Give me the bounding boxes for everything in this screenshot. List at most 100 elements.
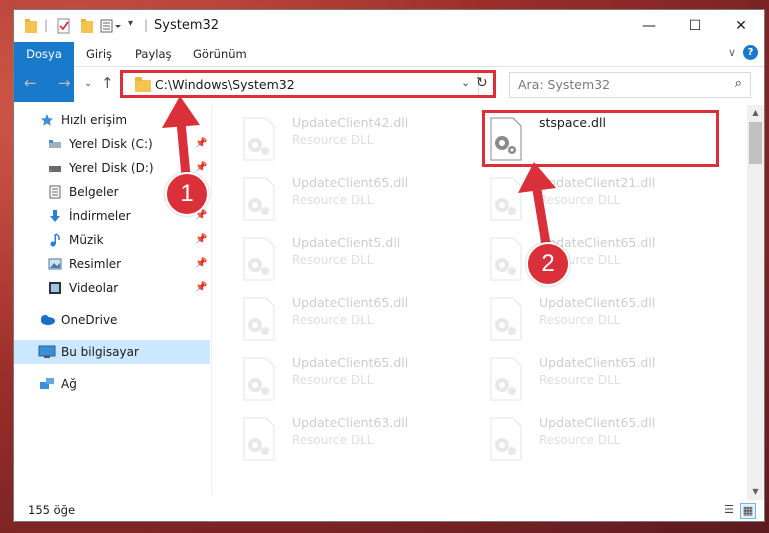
drive-icon — [49, 166, 61, 172]
pictures-icon — [48, 258, 62, 270]
dll-file-icon — [243, 357, 275, 401]
new-folder-icon[interactable] — [80, 18, 94, 37]
callout-1: 1 — [165, 172, 209, 216]
sidebar-item-videos[interactable]: Videolar 📌 — [14, 276, 210, 300]
dll-file-icon — [490, 237, 522, 281]
dll-file-icon — [243, 237, 275, 281]
pin-icon[interactable]: 📌 — [195, 276, 207, 300]
file-item[interactable]: UpdateClient21.dll Resource DLL — [467, 169, 697, 229]
explorer-window: | ▾ | System32 — ☐ ✕ Dosya Giriş Paylaş … — [13, 9, 765, 522]
item-count: 155 öğe — [28, 503, 76, 517]
sidebar-item-label: Hızlı erişim — [61, 113, 128, 127]
file-name: UpdateClient5.dll — [292, 235, 401, 250]
search-box[interactable]: Ara: System32 ⌕ — [509, 72, 751, 98]
minimize-button[interactable]: — — [626, 10, 672, 42]
pin-icon[interactable]: 📌 — [195, 252, 207, 276]
network-icon — [40, 378, 54, 389]
folder-icon — [24, 18, 38, 37]
scroll-down-icon[interactable]: ▼ — [747, 484, 764, 500]
file-name: UpdateClient65.dll — [539, 355, 656, 370]
title-bar: | ▾ | System32 — ☐ ✕ — [14, 10, 764, 42]
tab-view[interactable]: Görünüm — [181, 42, 259, 66]
dll-file-icon — [243, 117, 275, 161]
large-icons-view-icon[interactable]: ▦ — [740, 503, 756, 519]
scroll-up-icon[interactable]: ▲ — [747, 105, 764, 121]
vertical-scrollbar[interactable]: ▲ ▼ — [747, 105, 764, 500]
download-icon — [50, 210, 60, 222]
file-highlight-box — [482, 110, 719, 167]
dll-file-icon — [243, 297, 275, 341]
help-icon[interactable]: ? — [743, 45, 758, 60]
star-icon — [41, 114, 53, 126]
file-type: Resource DLL — [292, 373, 374, 387]
window-title: System32 — [154, 18, 220, 33]
sidebar-item-music[interactable]: Müzik 📌 — [14, 228, 210, 252]
file-type: Resource DLL — [539, 373, 621, 387]
sidebar-item-quick-access[interactable]: Hızlı erişim — [14, 108, 210, 132]
file-item[interactable]: UpdateClient65.dll Resource DLL — [220, 289, 450, 349]
forward-icon[interactable]: → — [58, 74, 71, 92]
dll-file-icon — [490, 357, 522, 401]
file-name: UpdateClient65.dll — [539, 295, 656, 310]
sidebar-item-label: OneDrive — [61, 313, 118, 327]
separator-icon: | — [44, 18, 49, 32]
file-item[interactable]: UpdateClient42.dll Resource DLL — [220, 109, 450, 169]
ribbon-tabs: Dosya Giriş Paylaş Görünüm ∨ ? — [14, 42, 764, 102]
dll-file-icon — [490, 417, 522, 461]
sidebar-item-label: Müzik — [69, 233, 104, 247]
maximize-button[interactable]: ☐ — [672, 10, 718, 42]
file-item[interactable]: UpdateClient65.dll Resource DLL — [467, 289, 697, 349]
expand-ribbon-icon[interactable]: ∨ — [728, 46, 736, 59]
video-icon — [49, 282, 61, 294]
file-type: Resource DLL — [292, 313, 374, 327]
refresh-icon[interactable]: ↻ — [476, 75, 488, 91]
file-type: Resource DLL — [292, 133, 374, 147]
sidebar-item-onedrive[interactable]: OneDrive — [14, 308, 210, 332]
scroll-thumb[interactable] — [749, 122, 762, 164]
dll-file-icon — [490, 177, 522, 221]
navigation-bar: ← → ⌄ ↑ C:\Windows\System32 ⌄ ↻ Ara: Sys… — [14, 70, 764, 100]
sidebar-item-label: Yerel Disk (D:) — [69, 161, 154, 175]
sidebar-item-label: Ağ — [61, 377, 77, 391]
file-item[interactable]: UpdateClient65.dll Resource DLL — [467, 409, 697, 469]
dll-file-icon — [243, 417, 275, 461]
file-item[interactable]: UpdateClient5.dll Resource DLL — [220, 229, 450, 289]
tab-share[interactable]: Paylaş — [123, 42, 184, 66]
tab-home[interactable]: Giriş — [74, 42, 124, 66]
quick-access-dropdown-icon[interactable]: ▾ — [128, 18, 133, 29]
file-name: UpdateClient42.dll — [292, 115, 409, 130]
file-name: UpdateClient65.dll — [539, 415, 656, 430]
dll-file-icon — [243, 177, 275, 221]
pin-icon[interactable]: 📌 — [195, 132, 207, 156]
recent-locations-icon[interactable]: ⌄ — [84, 78, 92, 89]
file-type: Resource DLL — [292, 193, 374, 207]
close-button[interactable]: ✕ — [718, 10, 764, 42]
sidebar-item-drive-c[interactable]: Yerel Disk (C:) 📌 — [14, 132, 210, 156]
cloud-icon — [41, 315, 55, 325]
file-name: UpdateClient65.dll — [292, 355, 409, 370]
file-item[interactable]: UpdateClient65.dll Resource DLL — [220, 169, 450, 229]
separator-icon: | — [144, 18, 149, 32]
callout-2: 2 — [526, 242, 570, 286]
up-icon[interactable]: ↑ — [101, 74, 114, 92]
navigation-pane: Hızlı erişim Yerel Disk (C:) 📌 Yerel Dis… — [14, 105, 210, 500]
file-name: UpdateClient63.dll — [292, 415, 409, 430]
file-list: UpdateClient42.dll Resource DLL UpdateCl… — [212, 105, 747, 495]
search-icon[interactable]: ⌕ — [735, 76, 742, 91]
file-item[interactable]: UpdateClient65.dll Resource DLL — [467, 229, 697, 289]
file-item[interactable]: UpdateClient65.dll Resource DLL — [467, 349, 697, 409]
details-view-icon[interactable]: ☰ — [722, 503, 736, 517]
file-type: Resource DLL — [292, 253, 374, 267]
customize-icon[interactable] — [100, 18, 124, 37]
sidebar-item-label: Videolar — [69, 281, 119, 295]
sidebar-item-label: Yerel Disk (C:) — [69, 137, 153, 151]
pin-icon[interactable]: 📌 — [195, 228, 207, 252]
sidebar-item-network[interactable]: Ağ — [14, 372, 210, 396]
sidebar-item-label: Bu bilgisayar — [61, 345, 139, 359]
back-icon[interactable]: ← — [24, 74, 37, 92]
properties-icon[interactable] — [56, 18, 72, 37]
file-item[interactable]: UpdateClient63.dll Resource DLL — [220, 409, 450, 469]
file-item[interactable]: UpdateClient65.dll Resource DLL — [220, 349, 450, 409]
sidebar-item-this-pc[interactable]: Bu bilgisayar — [14, 340, 210, 364]
sidebar-item-pictures[interactable]: Resimler 📌 — [14, 252, 210, 276]
